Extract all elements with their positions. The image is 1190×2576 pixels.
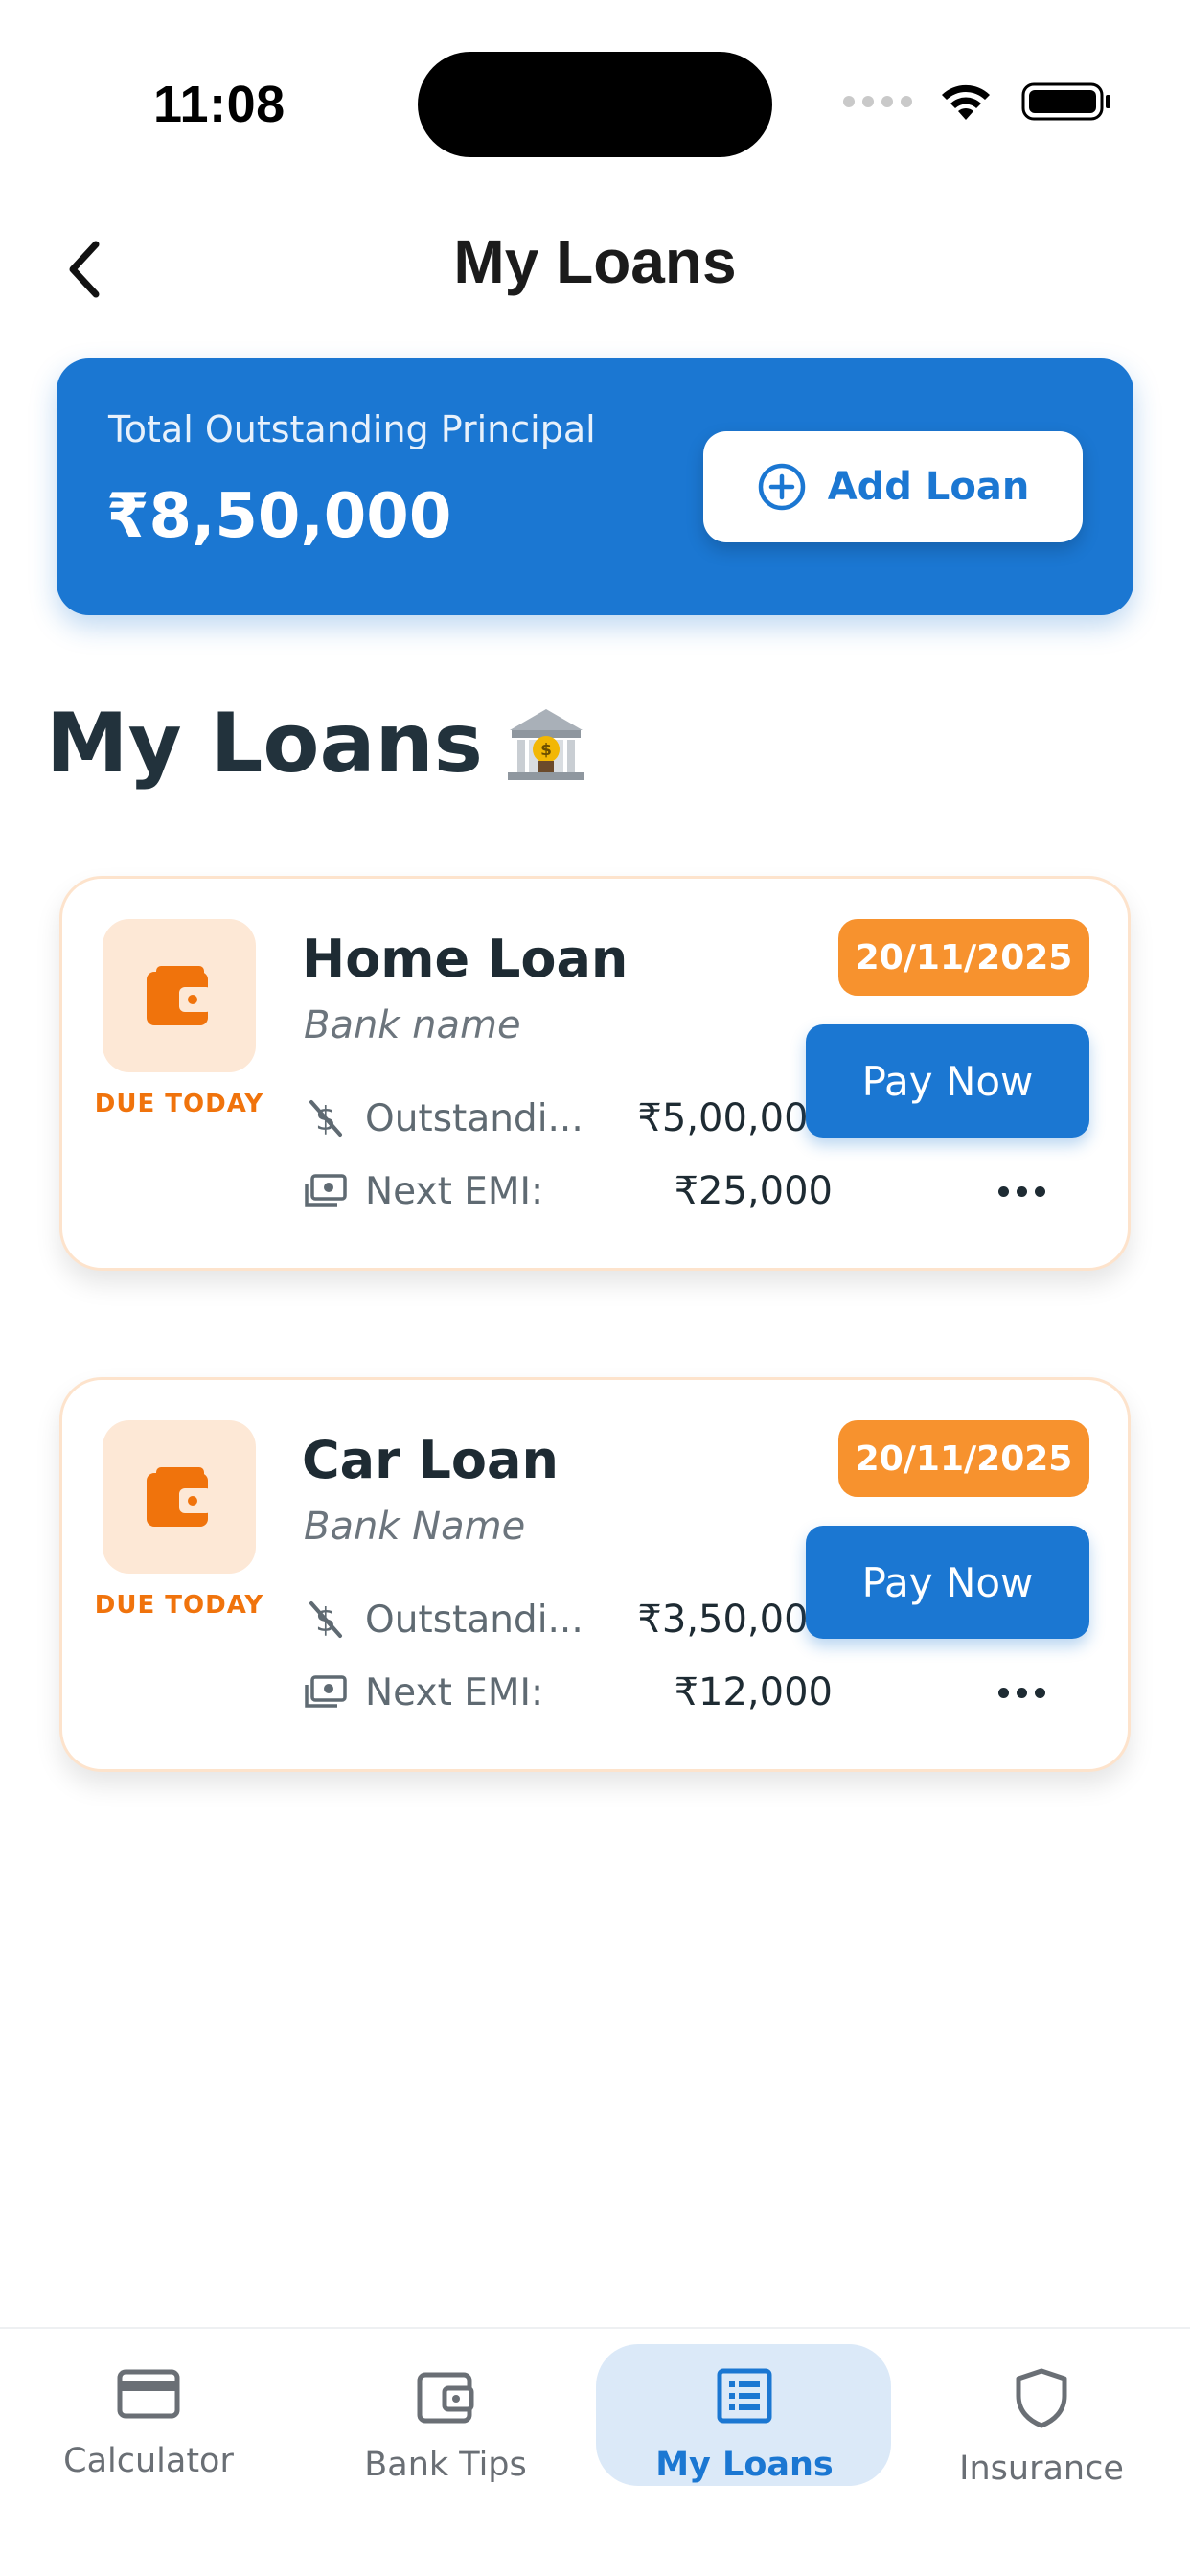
next-emi-label: Next EMI: xyxy=(365,1670,544,1714)
tab-label: My Loans xyxy=(655,2446,834,2484)
due-date-badge: 20/11/2025 xyxy=(838,919,1089,996)
tab-label: Bank Tips xyxy=(364,2446,527,2484)
tab-my-loans[interactable]: My Loans xyxy=(596,2350,893,2494)
loan-card-home-loan[interactable]: DUE TODAY Home Loan Bank name $ Outstand… xyxy=(59,876,1131,1271)
bank-name: Bank name xyxy=(304,1003,521,1047)
next-emi-value: ₹25,000 xyxy=(674,1169,833,1213)
loan-name: Car Loan xyxy=(302,1430,559,1490)
cellular-signal-icon xyxy=(843,96,912,107)
pay-now-button[interactable]: Pay Now xyxy=(806,1526,1089,1639)
more-options-icon[interactable] xyxy=(990,1675,1053,1710)
due-today-label: DUE TODAY xyxy=(94,1090,264,1118)
loan-icon-box xyxy=(103,919,256,1072)
screen: 11:08 My Loans Total Outstanding Princip… xyxy=(0,0,1190,2576)
add-loan-label: Add Loan xyxy=(827,465,1030,509)
summary-amount: ₹8,50,000 xyxy=(106,481,452,552)
shield-icon xyxy=(1016,2368,1067,2428)
summary-label: Total Outstanding Principal xyxy=(108,408,596,450)
battery-icon xyxy=(1021,82,1110,121)
page-title: My Loans xyxy=(453,227,737,296)
section-heading: My Loans $ xyxy=(46,696,588,792)
cash-icon xyxy=(304,1169,348,1213)
wifi-icon xyxy=(942,84,990,120)
bottom-tab-bar: Calculator Bank Tips My Loans Insurance xyxy=(0,2327,1190,2576)
outstanding-label: Outstandi... xyxy=(365,1096,584,1140)
outstanding-row: $ Outstandi... ₹3,50,000 xyxy=(304,1593,833,1646)
tab-calculator[interactable]: Calculator xyxy=(0,2350,297,2494)
wallet-icon xyxy=(147,1467,212,1527)
loan-name: Home Loan xyxy=(302,929,629,989)
next-emi-row: Next EMI: ₹12,000 xyxy=(304,1666,833,1719)
tab-bank-tips[interactable]: Bank Tips xyxy=(297,2350,594,2494)
dynamic-island xyxy=(418,52,772,157)
due-date-badge: 20/11/2025 xyxy=(838,1420,1089,1497)
loan-card-car-loan[interactable]: DUE TODAY Car Loan Bank Name $ Outstandi… xyxy=(59,1377,1131,1772)
money-off-icon: $ xyxy=(304,1598,348,1642)
outstanding-row: $ Outstandi... ₹5,00,000 xyxy=(304,1092,833,1145)
tab-label: Calculator xyxy=(63,2442,234,2480)
list-icon xyxy=(717,2368,772,2424)
add-loan-button[interactable]: Add Loan xyxy=(703,431,1083,542)
pay-now-button[interactable]: Pay Now xyxy=(806,1024,1089,1138)
bank-name: Bank Name xyxy=(304,1505,526,1549)
outstanding-label: Outstandi... xyxy=(365,1598,584,1642)
outstanding-value: ₹5,00,000 xyxy=(637,1096,833,1140)
more-options-icon[interactable] xyxy=(990,1174,1053,1208)
loan-icon-box xyxy=(103,1420,256,1574)
due-today-label: DUE TODAY xyxy=(94,1591,264,1620)
status-time: 11:08 xyxy=(153,76,286,133)
plus-circle-icon xyxy=(758,463,805,511)
bank-emoji-icon: $ xyxy=(507,709,584,780)
money-off-icon: $ xyxy=(304,1096,348,1140)
credit-card-icon xyxy=(117,2369,180,2419)
wallet-icon xyxy=(417,2372,474,2424)
next-emi-label: Next EMI: xyxy=(365,1169,544,1213)
wallet-icon xyxy=(147,966,212,1025)
status-icons xyxy=(843,80,1113,123)
tab-insurance[interactable]: Insurance xyxy=(893,2350,1190,2494)
tab-label: Insurance xyxy=(959,2450,1124,2488)
outstanding-value: ₹3,50,000 xyxy=(637,1598,833,1642)
next-emi-row: Next EMI: ₹25,000 xyxy=(304,1164,833,1218)
section-title: My Loans xyxy=(46,696,483,792)
cash-icon xyxy=(304,1670,348,1714)
next-emi-value: ₹12,000 xyxy=(674,1670,833,1714)
svg-text:$: $ xyxy=(540,741,552,760)
outstanding-summary-card: Total Outstanding Principal ₹8,50,000 Ad… xyxy=(57,358,1133,615)
